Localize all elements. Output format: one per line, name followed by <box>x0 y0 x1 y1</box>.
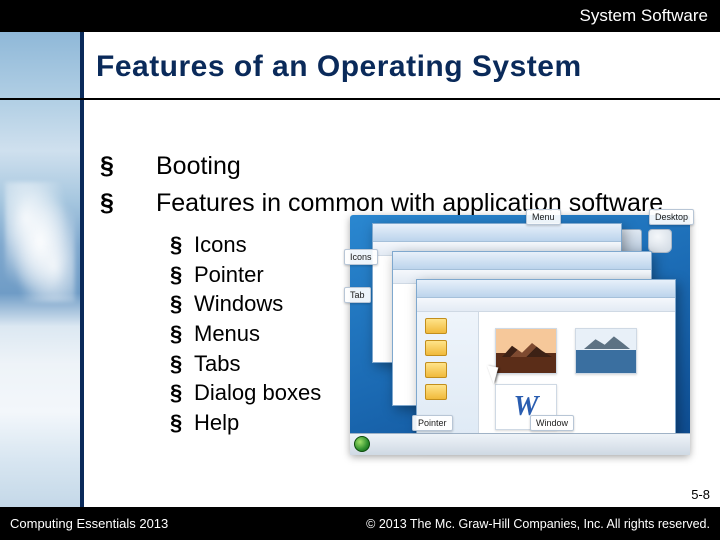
footer-left: Computing Essentials 2013 <box>10 516 168 531</box>
bullet-main-0: Booting <box>128 150 688 183</box>
photo-thumbnail-mountain <box>495 328 557 374</box>
window-toolbar <box>417 298 675 312</box>
slide: System Software Features of an Operating… <box>0 0 720 540</box>
folder-icon <box>425 362 447 378</box>
callout-menu: Menu <box>526 209 561 225</box>
recycle-bin-icon <box>648 229 672 253</box>
os-desktop-illustration: W Menu Desktop Icons Tab Pointer Window <box>350 215 690 455</box>
callout-icons: Icons <box>344 249 378 265</box>
bullet-list-main: Booting Features in common with applicat… <box>128 150 688 220</box>
desktop-background: W Menu Desktop Icons Tab Pointer Window <box>350 215 690 455</box>
start-button-icon <box>354 436 370 452</box>
folder-icon <box>425 318 447 334</box>
callout-tab: Tab <box>344 287 371 303</box>
chapter-title: System Software <box>580 6 709 26</box>
callout-window: Window <box>530 415 574 431</box>
folder-icon <box>425 340 447 356</box>
window-titlebar <box>393 252 651 270</box>
callout-pointer: Pointer <box>412 415 453 431</box>
taskbar <box>350 433 690 455</box>
callout-desktop: Desktop <box>649 209 694 225</box>
window-titlebar <box>373 224 621 242</box>
sky-photo-strip <box>0 32 80 507</box>
window-titlebar <box>417 280 675 298</box>
page-number: 5-8 <box>691 487 710 502</box>
vertical-divider <box>80 32 84 507</box>
slide-heading: Features of an Operating System <box>96 50 582 84</box>
footer-bar: Computing Essentials 2013 © 2013 The Mc.… <box>0 507 720 540</box>
folder-icon <box>425 384 447 400</box>
footer-right: © 2013 The Mc. Graw-Hill Companies, Inc.… <box>366 517 710 531</box>
photo-thumbnail-lake <box>575 328 637 374</box>
heading-underline <box>0 98 720 100</box>
top-band: System Software <box>0 0 720 32</box>
